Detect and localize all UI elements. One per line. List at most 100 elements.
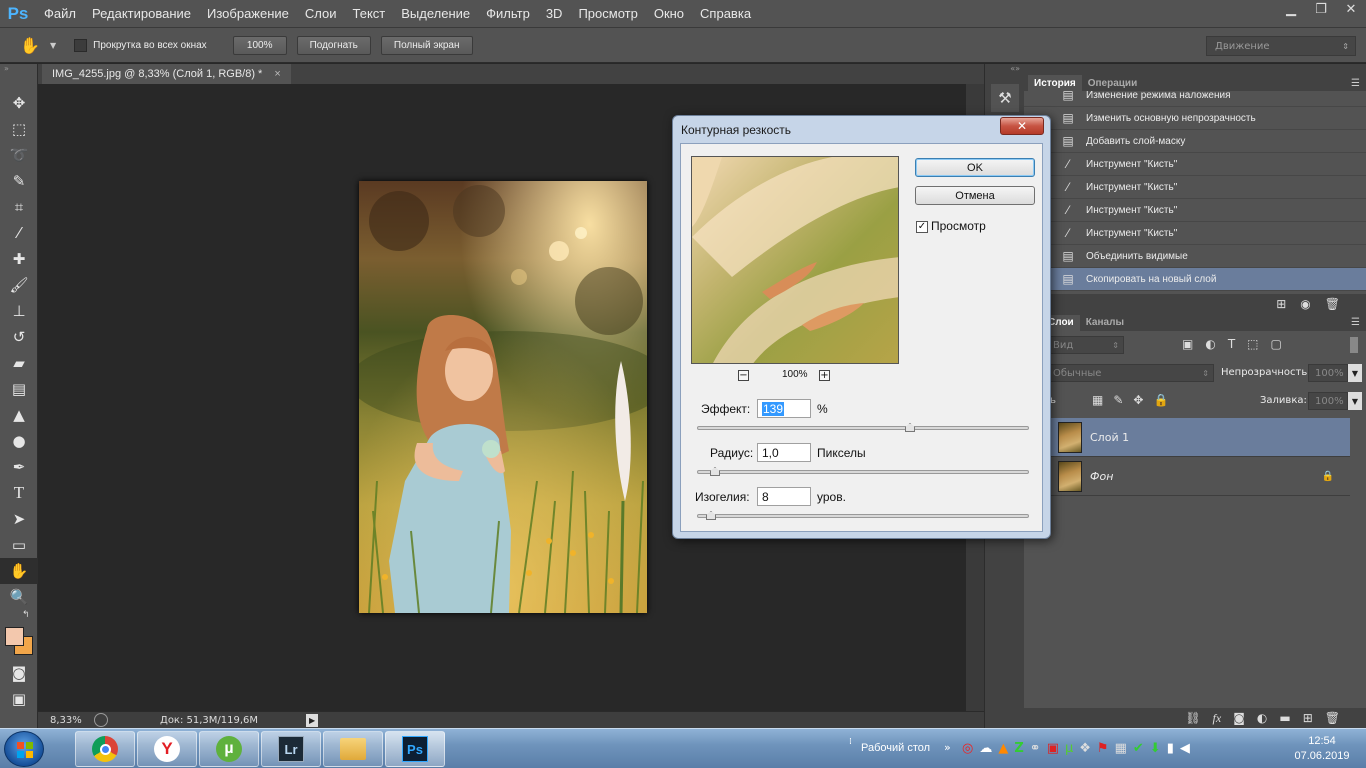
new-group-icon[interactable]: ▬: [1279, 711, 1290, 725]
history-item[interactable]: ⁄ Инструмент "Кисть": [1024, 199, 1366, 222]
scroll-all-checkbox[interactable]: [74, 38, 88, 52]
history-item[interactable]: ▤ Изменить основную непрозрачность: [1024, 107, 1366, 130]
strip-collapse-icon[interactable]: «»: [985, 64, 1024, 76]
fill-input[interactable]: 100%: [1308, 392, 1348, 410]
history-item[interactable]: ▤ Добавить слой-маску: [1024, 130, 1366, 153]
history-item[interactable]: ▤ Изменение режима наложения: [1024, 84, 1366, 107]
history-item[interactable]: ▤ Объединить видимые: [1024, 245, 1366, 268]
fill-dropdown-icon[interactable]: ▼: [1348, 392, 1362, 410]
threshold-slider-thumb[interactable]: [706, 511, 716, 520]
menu-item[interactable]: Редактирование: [84, 6, 199, 21]
camera-icon[interactable]: ◉: [1300, 297, 1310, 311]
zoom-level[interactable]: 8,33%: [50, 715, 90, 726]
hand-tool-icon[interactable]: ✋: [20, 36, 50, 55]
lasso-tool-icon[interactable]: ➰: [0, 142, 38, 168]
zoom-out-icon[interactable]: −: [738, 370, 749, 381]
document-photo[interactable]: [359, 181, 647, 613]
tray-network-icon[interactable]: ⚭: [1030, 741, 1041, 756]
quick-mask-icon[interactable]: ◙: [0, 660, 38, 686]
taskbar-utorrent[interactable]: µ: [199, 731, 259, 767]
adjustment-filter-icon[interactable]: ◐: [1205, 337, 1215, 351]
adjustment-layer-icon[interactable]: ◐: [1257, 711, 1267, 725]
desktop-toolbar-label[interactable]: Рабочий стол: [861, 742, 930, 754]
link-layers-icon[interactable]: ⛓: [1185, 711, 1200, 725]
tray-monitor-icon[interactable]: ▦: [1115, 741, 1127, 756]
crop-tool-icon[interactable]: ⌗: [0, 194, 38, 220]
threshold-slider[interactable]: [697, 511, 1029, 520]
foreground-color-swatch[interactable]: [5, 627, 24, 646]
eraser-tool-icon[interactable]: ▰: [0, 350, 38, 376]
trash-icon[interactable]: 🗑: [1325, 297, 1340, 311]
layer-kind-filter[interactable]: Вид ⇕: [1046, 336, 1124, 354]
minimize-icon[interactable]: ▁: [1280, 0, 1302, 18]
shape-filter-icon[interactable]: ⬚: [1247, 337, 1258, 351]
tray-shield-icon[interactable]: ✔: [1133, 741, 1144, 756]
taskbar-chrome[interactable]: [75, 731, 135, 767]
tray-security-icon[interactable]: ❖: [1079, 741, 1091, 756]
marquee-tool-icon[interactable]: ⬚: [0, 116, 38, 142]
tray-chevron-icon[interactable]: »: [944, 741, 951, 754]
close-icon[interactable]: ✕: [1340, 0, 1362, 18]
zoom-in-icon[interactable]: +: [819, 370, 830, 381]
tool-preset-chevron-icon[interactable]: ▼: [50, 41, 56, 50]
pixel-filter-icon[interactable]: ▣: [1182, 337, 1193, 351]
document-tab[interactable]: IMG_4255.jpg @ 8,33% (Слой 1, RGB/8) * ×: [42, 64, 291, 84]
smart-object-filter-icon[interactable]: ▢: [1271, 337, 1282, 351]
tray-flag-icon[interactable]: ⚑: [1097, 741, 1109, 756]
tray-volume-icon[interactable]: ◀: [1180, 741, 1190, 756]
tab-channels[interactable]: Каналы: [1080, 315, 1130, 331]
delete-layer-icon[interactable]: 🗑: [1325, 711, 1340, 725]
rectangle-tool-icon[interactable]: ▭: [0, 532, 38, 558]
tray-z-icon[interactable]: Z: [1014, 741, 1023, 756]
history-item[interactable]: ▤ Скопировать на новый слой: [1024, 268, 1366, 291]
clone-stamp-tool-icon[interactable]: ⊥: [0, 298, 38, 324]
healing-brush-tool-icon[interactable]: ✚: [0, 246, 38, 272]
full-screen-button[interactable]: Полный экран: [380, 35, 473, 55]
desktop-toolbar-arrow-icon[interactable]: ⁞: [849, 737, 852, 747]
amount-input[interactable]: 139: [757, 399, 811, 418]
tray-clock[interactable]: 12:54 07.06.2019: [1292, 734, 1352, 764]
amount-slider[interactable]: [697, 423, 1029, 432]
new-snapshot-icon[interactable]: ⊞: [1276, 297, 1286, 311]
menu-item[interactable]: Текст: [345, 6, 394, 21]
move-tool-icon[interactable]: ✥: [0, 90, 38, 116]
menu-item[interactable]: Изображение: [199, 6, 297, 21]
opacity-input[interactable]: 100%: [1308, 364, 1348, 382]
radius-slider-thumb[interactable]: [710, 467, 720, 476]
menu-item[interactable]: Выделение: [393, 6, 478, 21]
proof-icon[interactable]: [94, 713, 108, 727]
radius-slider[interactable]: [697, 467, 1029, 476]
menu-item[interactable]: 3D: [538, 6, 571, 21]
threshold-input[interactable]: 8: [757, 487, 811, 506]
taskbar-explorer[interactable]: [323, 731, 383, 767]
layer-lock-icon[interactable]: 🔒: [1322, 471, 1334, 482]
status-menu-arrow-icon[interactable]: ▶: [306, 713, 319, 727]
lock-transparency-icon[interactable]: ▦: [1092, 393, 1103, 407]
tray-utorrent-icon[interactable]: µ: [1065, 741, 1073, 756]
layer-row[interactable]: Слой 1: [1024, 418, 1350, 457]
brush-tool-icon[interactable]: 🖌: [0, 272, 38, 298]
close-tab-icon[interactable]: ×: [274, 68, 280, 80]
lock-all-icon[interactable]: 🔒: [1153, 393, 1168, 407]
path-selection-tool-icon[interactable]: ➤: [0, 506, 38, 532]
fit-screen-button[interactable]: Подогнать: [296, 35, 371, 55]
panel-collapse-icon[interactable]: »: [0, 64, 37, 76]
hand-tool-icon[interactable]: ✋: [0, 558, 38, 584]
color-swatches[interactable]: [0, 624, 37, 660]
tray-media-icon[interactable]: ▣: [1047, 741, 1059, 756]
pen-tool-icon[interactable]: ✒: [0, 454, 38, 480]
restore-icon[interactable]: ❐: [1310, 0, 1332, 18]
cancel-button[interactable]: Отмена: [915, 186, 1035, 205]
type-filter-icon[interactable]: T: [1228, 337, 1235, 351]
layer-style-icon[interactable]: fx: [1213, 711, 1222, 726]
tray-adobe-icon[interactable]: ◎: [962, 741, 973, 756]
type-tool-icon[interactable]: T: [0, 480, 38, 506]
gradient-tool-icon[interactable]: ▤: [0, 376, 38, 402]
filter-preview[interactable]: [691, 156, 899, 364]
filter-toggle[interactable]: [1350, 337, 1358, 353]
add-mask-icon[interactable]: ◙: [1233, 711, 1245, 725]
swap-colors-icon[interactable]: ↰: [0, 610, 37, 624]
blur-tool-icon[interactable]: ▲: [0, 402, 38, 428]
amount-slider-thumb[interactable]: [905, 423, 915, 432]
radius-input[interactable]: 1,0: [757, 443, 811, 462]
